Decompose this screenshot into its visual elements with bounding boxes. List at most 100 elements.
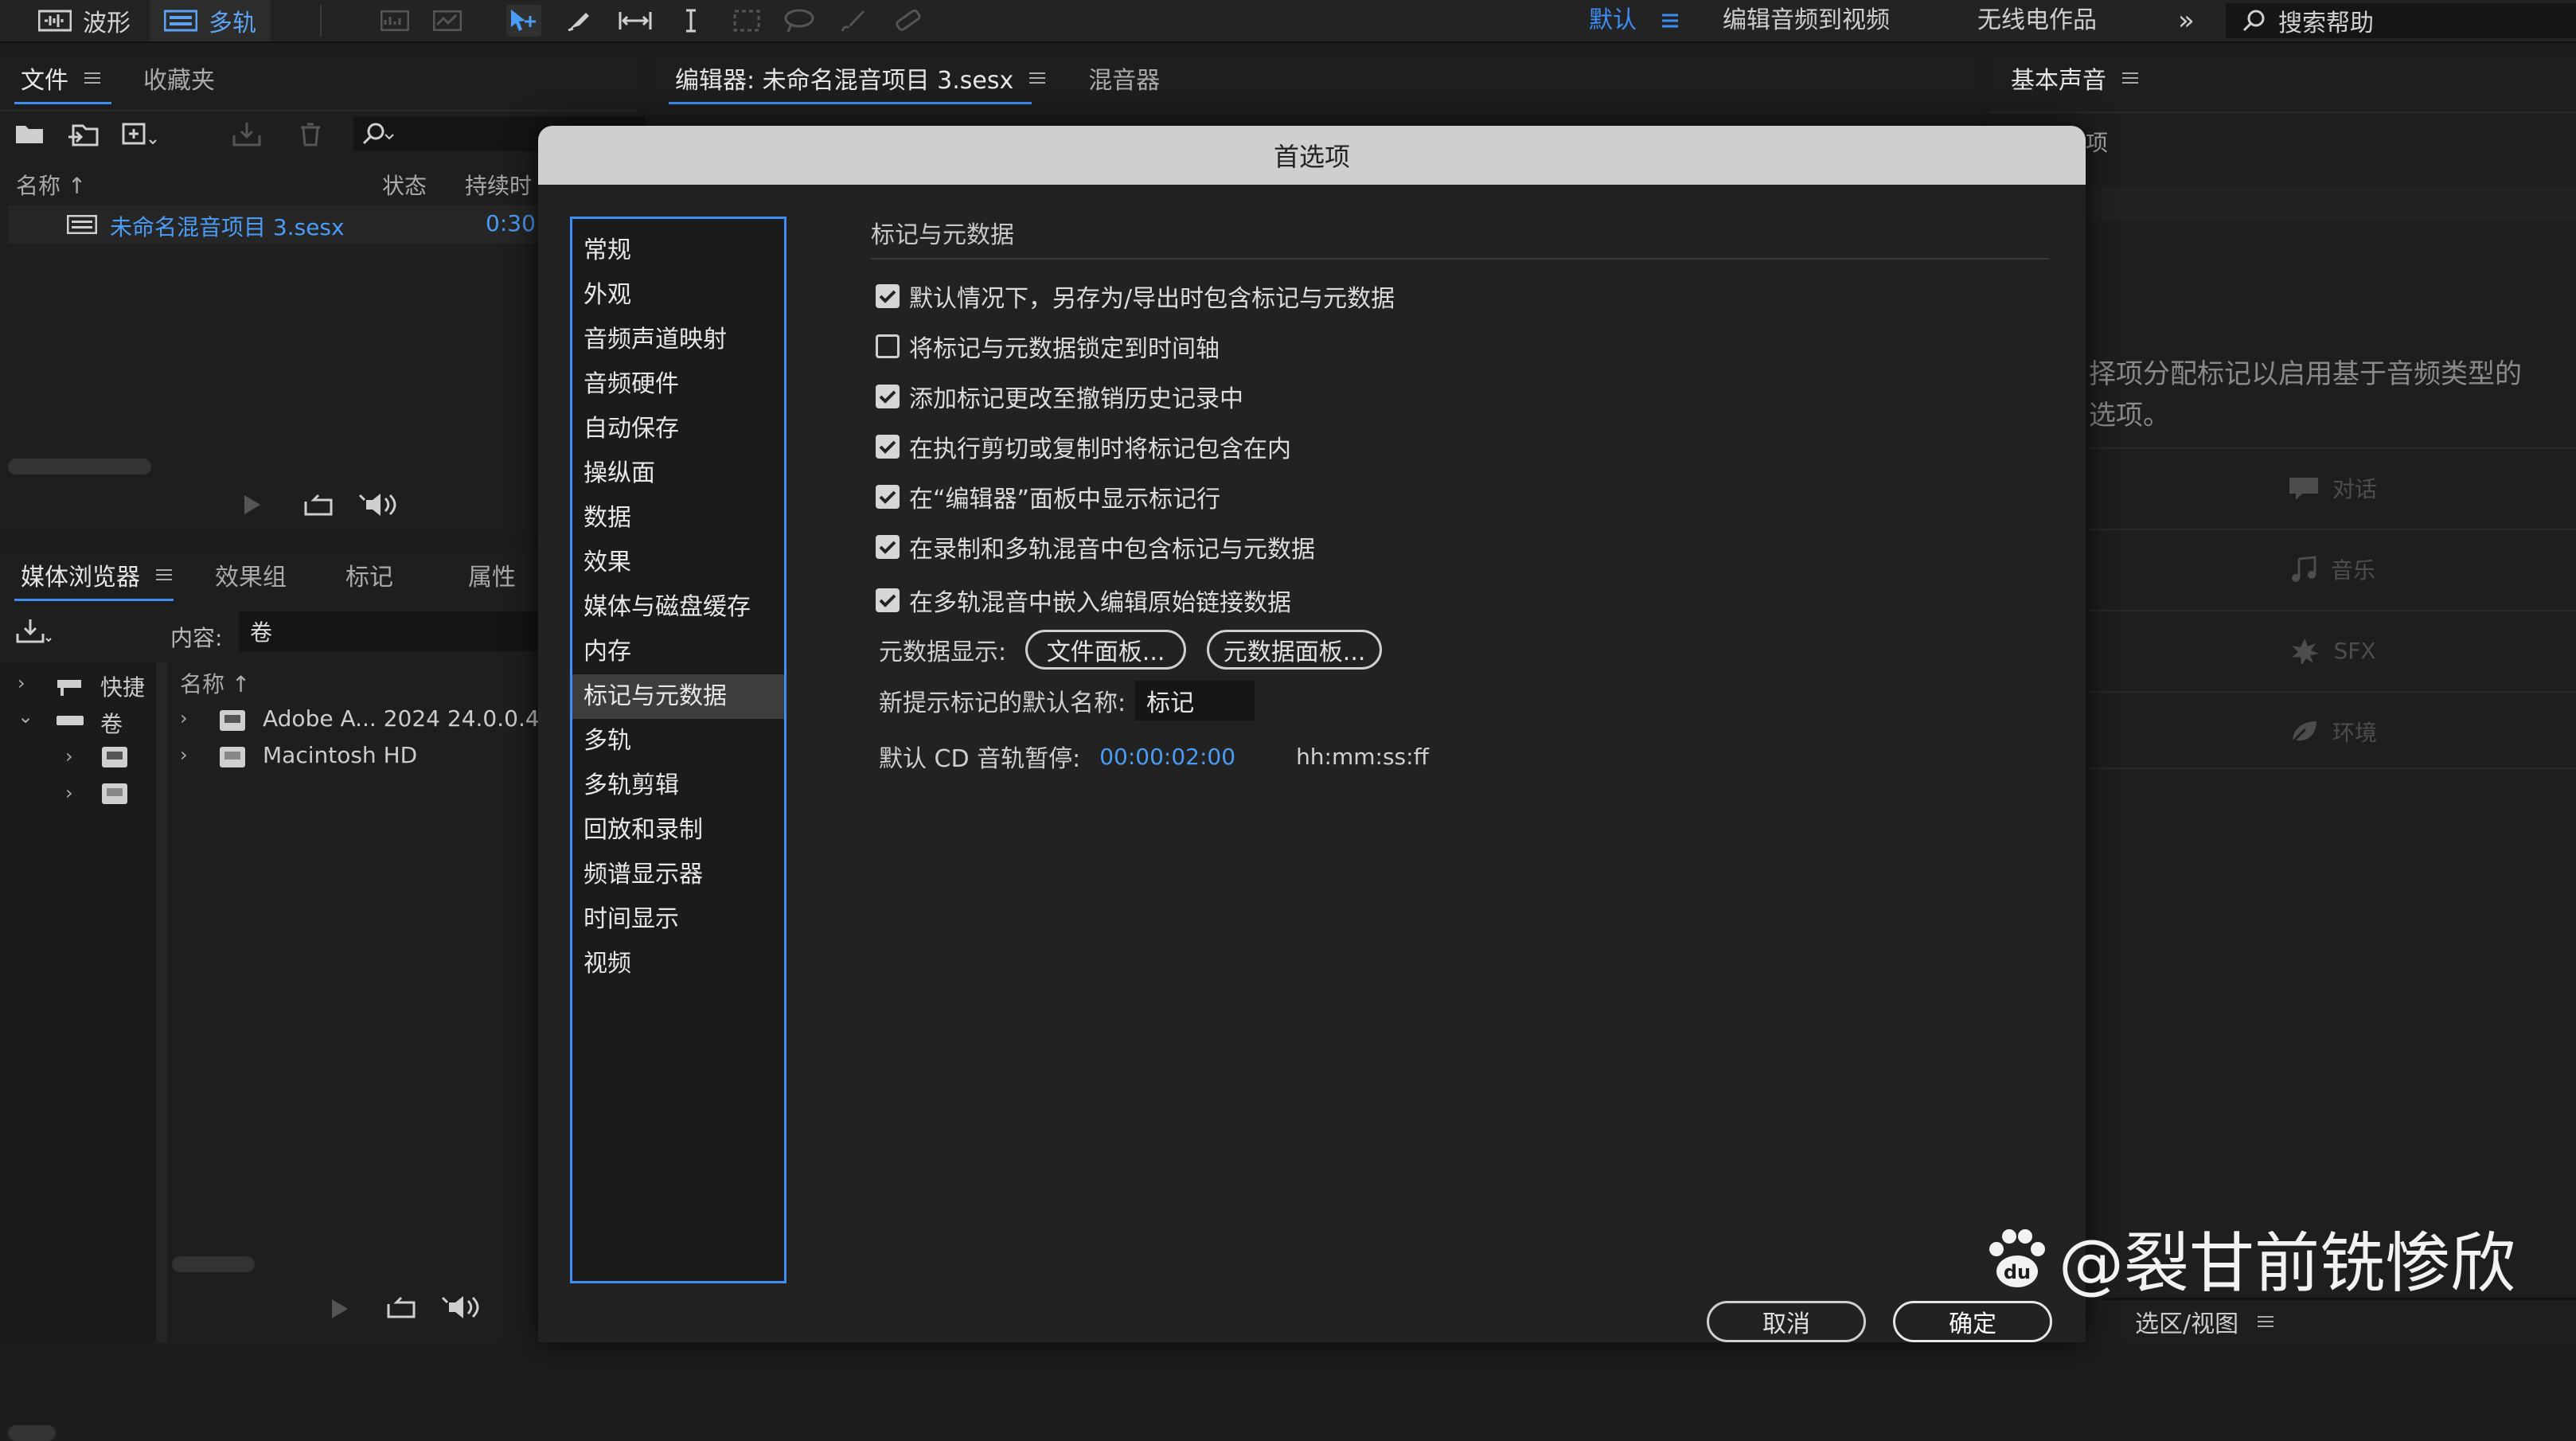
chevron-right-icon[interactable]: › — [180, 707, 188, 729]
category-item-selected[interactable]: 标记与元数据 — [572, 674, 784, 719]
col-name[interactable]: 名称 ↑ — [16, 169, 86, 201]
checkbox-checked-icon[interactable] — [876, 588, 900, 612]
tab-files[interactable]: 文件 — [21, 61, 100, 96]
category-item[interactable]: 媒体与磁盘缓存 — [572, 585, 784, 630]
spectral-frequency-icon[interactable] — [377, 5, 412, 37]
tab-favorites[interactable]: 收藏夹 — [143, 61, 215, 96]
checkbox-checked-icon[interactable] — [876, 434, 900, 459]
razor-tool-icon[interactable] — [562, 5, 597, 37]
brush-tool-icon[interactable] — [836, 5, 871, 37]
file-panel-button[interactable]: 文件面板... — [1025, 630, 1187, 670]
preset-field[interactable]: 项 — [2086, 126, 2576, 164]
sound-type-sfx[interactable]: SFX — [2089, 610, 2576, 689]
delete-icon[interactable] — [298, 121, 323, 148]
metadata-panel-button[interactable]: 元数据面板... — [1207, 630, 1383, 670]
play-icon[interactable] — [242, 494, 263, 516]
category-item[interactable]: 回放和录制 — [572, 808, 784, 853]
panel-menu-icon[interactable] — [2258, 1313, 2274, 1330]
category-item[interactable]: 频谱显示器 — [572, 853, 784, 897]
autoplay-volume-icon[interactable] — [358, 492, 401, 517]
category-item[interactable]: 视频 — [572, 942, 784, 986]
checkbox-show-marker-row-in-editor[interactable]: 在“编辑器”面板中显示标记行 — [871, 471, 2065, 521]
category-item[interactable]: 多轨 — [572, 719, 784, 763]
category-item[interactable]: 数据 — [572, 496, 784, 541]
category-item[interactable]: 时间显示 — [572, 897, 784, 942]
tab-effects-rack[interactable]: 效果组 — [215, 557, 287, 592]
tab-properties[interactable]: 属性 — [468, 557, 516, 592]
marquee-tool-icon[interactable] — [729, 5, 764, 37]
chevron-right-icon[interactable]: › — [65, 745, 73, 767]
panel-menu-icon[interactable] — [84, 69, 100, 87]
col-duration[interactable]: 持续时 — [465, 169, 532, 201]
workspace-tab-edit-audio-to-video[interactable]: 编辑音频到视频 — [1723, 0, 1890, 41]
workspace-tab-default[interactable]: 默认 — [1589, 0, 1637, 41]
cancel-button[interactable]: 取消 — [1707, 1301, 1866, 1342]
panel-menu-icon[interactable] — [156, 566, 172, 584]
slip-tool-icon[interactable] — [618, 5, 653, 37]
move-tool-icon[interactable] — [506, 5, 541, 37]
spectral-pitch-icon[interactable] — [430, 5, 465, 37]
chevron-down-icon[interactable]: ⌄ — [18, 705, 33, 728]
loop-icon[interactable] — [385, 1295, 417, 1320]
lasso-tool-icon[interactable] — [782, 5, 817, 37]
sound-type-ambience[interactable]: 环境 — [2089, 691, 2576, 771]
tab-editor[interactable]: 编辑器: 未命名混音项目 3.sesx — [675, 61, 1046, 96]
panel-menu-icon[interactable] — [2122, 69, 2138, 87]
category-item[interactable]: 音频声道映射 — [572, 318, 784, 362]
autoplay-volume-icon[interactable] — [441, 1295, 484, 1320]
open-file-icon[interactable] — [14, 121, 46, 146]
import-file-icon[interactable] — [67, 121, 102, 148]
horizontal-scrollbar[interactable] — [8, 1425, 56, 1441]
waveform-mode-button[interactable]: 波形 — [24, 0, 145, 41]
tree-volumes[interactable]: 卷 — [100, 707, 123, 739]
category-item[interactable]: 多轨剪辑 — [572, 763, 784, 808]
search-help-field[interactable]: 搜索帮助 — [2226, 3, 2576, 38]
chevron-right-icon[interactable]: › — [18, 672, 25, 694]
col-status[interactable]: 状态 — [382, 169, 427, 201]
loop-icon[interactable] — [302, 492, 334, 517]
checkbox-embed-edit-original-link[interactable]: 在多轨混音中嵌入编辑原始链接数据 — [871, 575, 2065, 625]
more-workspaces-button[interactable]: » — [2178, 0, 2195, 41]
ok-button[interactable]: 确定 — [1893, 1301, 2052, 1342]
checkbox-include-markers-on-cut-copy[interactable]: 在执行剪切或复制时将标记包含在内 — [871, 421, 2065, 471]
checkbox-checked-icon[interactable] — [876, 384, 900, 408]
new-file-icon[interactable] — [121, 121, 159, 148]
checkbox-unchecked-icon[interactable] — [876, 334, 900, 358]
category-item[interactable]: 外观 — [572, 273, 784, 318]
sound-type-music[interactable]: 音乐 — [2089, 529, 2576, 608]
category-item[interactable]: 内存 — [572, 630, 784, 674]
category-item[interactable]: 自动保存 — [572, 407, 784, 451]
horizontal-scrollbar[interactable] — [172, 1256, 255, 1272]
insert-into-multitrack-icon[interactable] — [231, 121, 269, 148]
workspace-menu-icon[interactable] — [1661, 11, 1680, 30]
chevron-right-icon[interactable]: › — [180, 744, 188, 766]
tab-mixer[interactable]: 混音器 — [1088, 61, 1160, 96]
sound-type-dialogue[interactable]: 对话 — [2089, 447, 2576, 527]
checkbox-include-markers-in-mixdown[interactable]: 在录制和多轨混音中包含标记与元数据 — [871, 521, 2065, 572]
checkbox-lock-markers-to-timeline[interactable]: 将标记与元数据锁定到时间轴 — [871, 321, 2065, 371]
checkbox-include-markers-on-export[interactable]: 默认情况下，另存为/导出时包含标记与元数据 — [871, 271, 2065, 321]
panel-menu-icon[interactable] — [1029, 69, 1046, 87]
splitter[interactable] — [156, 662, 167, 1342]
checkbox-checked-icon[interactable] — [876, 484, 900, 509]
time-selection-tool-icon[interactable] — [673, 5, 708, 37]
play-icon[interactable] — [330, 1298, 350, 1320]
multitrack-mode-button[interactable]: 多轨 — [150, 0, 271, 41]
list-item[interactable]: Macintosh HD — [263, 742, 417, 768]
col-name[interactable]: 名称 ↑ — [180, 667, 250, 699]
tab-essential-sound[interactable]: 基本声音 — [2011, 61, 2138, 96]
category-item[interactable]: 常规 — [572, 228, 784, 273]
horizontal-scrollbar[interactable] — [8, 459, 151, 474]
tab-media-browser[interactable]: 媒体浏览器 — [21, 557, 172, 592]
cd-pause-timecode[interactable]: 00:00:02:00 — [1099, 744, 1235, 770]
spot-healing-tool-icon[interactable] — [890, 5, 925, 37]
tab-markers[interactable]: 标记 — [345, 557, 393, 592]
tree-shortcuts[interactable]: 快捷 — [100, 670, 145, 702]
workspace-tab-radio[interactable]: 无线电作品 — [1977, 0, 2097, 41]
category-item[interactable]: 音频硬件 — [572, 362, 784, 407]
category-item[interactable]: 效果 — [572, 541, 784, 585]
default-marker-name-input[interactable]: 标记 — [1135, 681, 1255, 720]
download-icon[interactable] — [14, 618, 53, 645]
checkbox-checked-icon[interactable] — [876, 534, 900, 559]
chevron-right-icon[interactable]: › — [65, 782, 73, 804]
